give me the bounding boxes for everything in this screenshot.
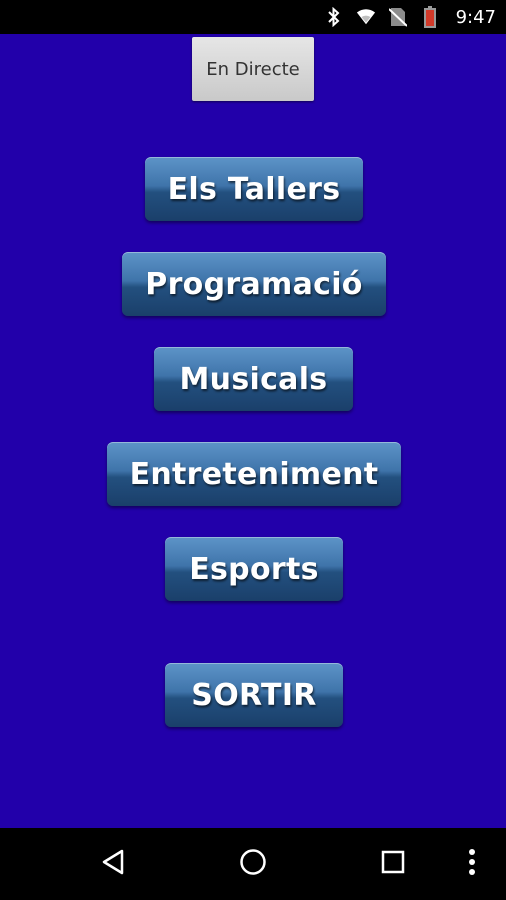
overflow-menu-icon xyxy=(468,848,476,880)
phone-screen: 9:47 En Directe Els Tallers Programació … xyxy=(0,0,506,900)
main-content: En Directe Els Tallers Programació Music… xyxy=(0,34,506,828)
no-sim-icon xyxy=(388,7,408,27)
bluetooth-icon xyxy=(324,7,344,27)
home-button[interactable] xyxy=(217,828,289,900)
status-icons: 9:47 xyxy=(324,0,496,34)
overflow-menu-button[interactable] xyxy=(442,828,502,900)
menu-button-sortir[interactable]: SORTIR xyxy=(165,663,343,727)
recents-button[interactable] xyxy=(357,828,429,900)
menu-button-programacio[interactable]: Programació xyxy=(122,252,386,316)
status-time: 9:47 xyxy=(455,6,496,28)
menu-button-entreteniment[interactable]: Entreteniment xyxy=(107,442,401,506)
home-icon xyxy=(239,848,267,880)
menu-button-els-tallers[interactable]: Els Tallers xyxy=(145,157,363,221)
menu-button-esports[interactable]: Esports xyxy=(165,537,343,601)
wifi-icon xyxy=(356,7,376,27)
menu-button-musicals[interactable]: Musicals xyxy=(154,347,353,411)
recents-icon xyxy=(381,850,405,878)
battery-low-icon xyxy=(420,6,440,28)
navigation-bar xyxy=(0,828,506,900)
status-bar: 9:47 xyxy=(0,0,506,34)
back-icon xyxy=(101,849,125,879)
live-button[interactable]: En Directe xyxy=(192,37,314,101)
back-button[interactable] xyxy=(77,828,149,900)
